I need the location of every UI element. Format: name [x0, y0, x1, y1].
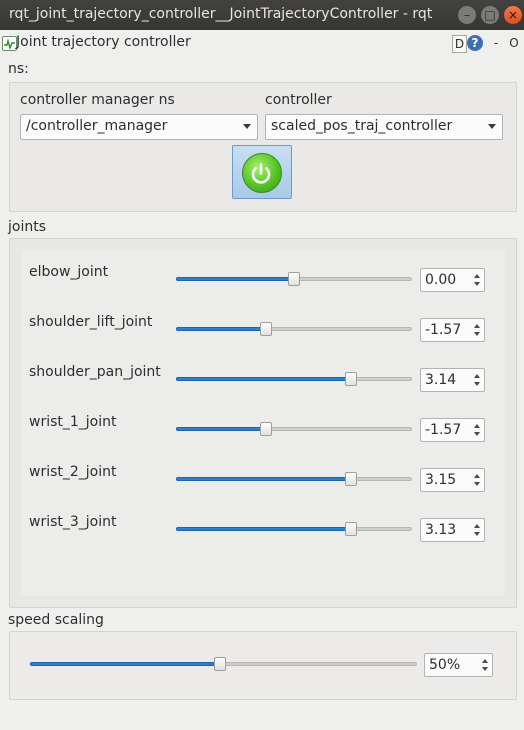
slider-handle[interactable]: [344, 372, 357, 386]
plugin-icon: [2, 36, 17, 51]
slider-handle[interactable]: [259, 322, 272, 336]
controller-label: controller: [265, 92, 332, 108]
spin-up-icon[interactable]: [474, 524, 480, 528]
joints-label: joints: [8, 219, 47, 235]
slider-fill: [176, 527, 351, 531]
joint-value: 0.00: [425, 272, 457, 288]
spin-down-icon[interactable]: [474, 282, 480, 286]
plugin-close-button[interactable]: O: [509, 35, 519, 51]
joint-value-spinbox[interactable]: 3.14: [420, 368, 485, 392]
joint-name-label: wrist_1_joint: [29, 414, 117, 430]
slider-handle[interactable]: [213, 657, 226, 671]
spin-up-icon[interactable]: [474, 424, 480, 428]
slider-fill: [176, 327, 266, 331]
joint-value: 3.15: [425, 472, 457, 488]
joint-slider[interactable]: [176, 322, 412, 336]
joint-slider[interactable]: [176, 422, 412, 436]
controller-power-button[interactable]: [232, 145, 292, 199]
joint-name-label: shoulder_lift_joint: [29, 314, 153, 330]
slider-handle[interactable]: [288, 272, 300, 286]
spin-down-icon[interactable]: [474, 532, 480, 536]
help-button[interactable]: ?: [467, 35, 483, 51]
speed-scaling-spinbox[interactable]: 50%: [424, 653, 493, 677]
spin-down-icon[interactable]: [482, 667, 488, 671]
window-titlebar[interactable]: rqt_joint_trajectory_controller__JointTr…: [0, 0, 524, 30]
controller-manager-value: /controller_manager: [26, 118, 168, 134]
joint-value-spinbox[interactable]: -1.57: [420, 418, 485, 442]
joint-name-label: elbow_joint: [29, 264, 109, 280]
speed-scaling-label: speed scaling: [8, 612, 104, 628]
ns-label: ns:: [8, 61, 29, 77]
slider-fill: [30, 662, 220, 666]
slider-handle[interactable]: [259, 422, 272, 436]
close-button[interactable]: ×: [504, 6, 522, 24]
minimize-button[interactable]: –: [458, 6, 476, 24]
joint-name-label: wrist_2_joint: [29, 464, 117, 480]
controller-select[interactable]: scaled_pos_traj_controller: [265, 114, 503, 140]
slider-fill: [176, 277, 294, 281]
slider-fill: [176, 377, 351, 381]
joint-value: 3.13: [425, 522, 457, 538]
spin-up-icon[interactable]: [474, 374, 480, 378]
slider-fill: [176, 477, 351, 481]
chevron-down-icon: [488, 124, 496, 129]
controller-manager-select[interactable]: /controller_manager: [20, 114, 258, 140]
joint-slider[interactable]: [176, 472, 412, 486]
spin-down-icon[interactable]: [474, 382, 480, 386]
spin-down-icon[interactable]: [474, 332, 480, 336]
joint-value-spinbox[interactable]: 3.15: [420, 468, 485, 492]
joint-slider[interactable]: [176, 522, 412, 536]
spin-up-icon[interactable]: [474, 274, 480, 278]
maximize-button[interactable]: □: [481, 6, 499, 24]
slider-handle[interactable]: [344, 522, 357, 536]
plugin-title: Joint trajectory controller: [16, 34, 191, 50]
joint-name-label: wrist_3_joint: [29, 514, 117, 530]
joint-value: 3.14: [425, 372, 457, 388]
joint-slider[interactable]: [176, 372, 412, 386]
slider-handle[interactable]: [344, 472, 357, 486]
spin-down-icon[interactable]: [474, 432, 480, 436]
dock-d-button[interactable]: D: [452, 35, 467, 53]
window-title: rqt_joint_trajectory_controller__JointTr…: [9, 6, 433, 22]
speed-scaling-value: 50%: [429, 657, 461, 673]
slider-fill: [176, 427, 266, 431]
joint-value: -1.57: [425, 422, 462, 438]
plugin-minimize-button[interactable]: -: [492, 35, 500, 51]
power-icon: [251, 163, 271, 184]
controller-manager-label: controller manager ns: [20, 92, 175, 108]
spin-up-icon[interactable]: [474, 474, 480, 478]
controller-value: scaled_pos_traj_controller: [271, 118, 453, 134]
plugin-header: Joint trajectory controller D ? - O: [0, 30, 524, 56]
joint-value-spinbox[interactable]: 0.00: [420, 268, 485, 292]
joint-name-label: shoulder_pan_joint: [29, 364, 161, 380]
joint-value: -1.57: [425, 322, 462, 338]
joint-value-spinbox[interactable]: -1.57: [420, 318, 485, 342]
joint-slider[interactable]: [176, 272, 412, 286]
joint-value-spinbox[interactable]: 3.13: [420, 518, 485, 542]
speed-scaling-slider[interactable]: [30, 657, 417, 671]
spin-up-icon[interactable]: [482, 659, 488, 663]
spin-down-icon[interactable]: [474, 482, 480, 486]
chevron-down-icon: [243, 124, 251, 129]
spin-up-icon[interactable]: [474, 324, 480, 328]
